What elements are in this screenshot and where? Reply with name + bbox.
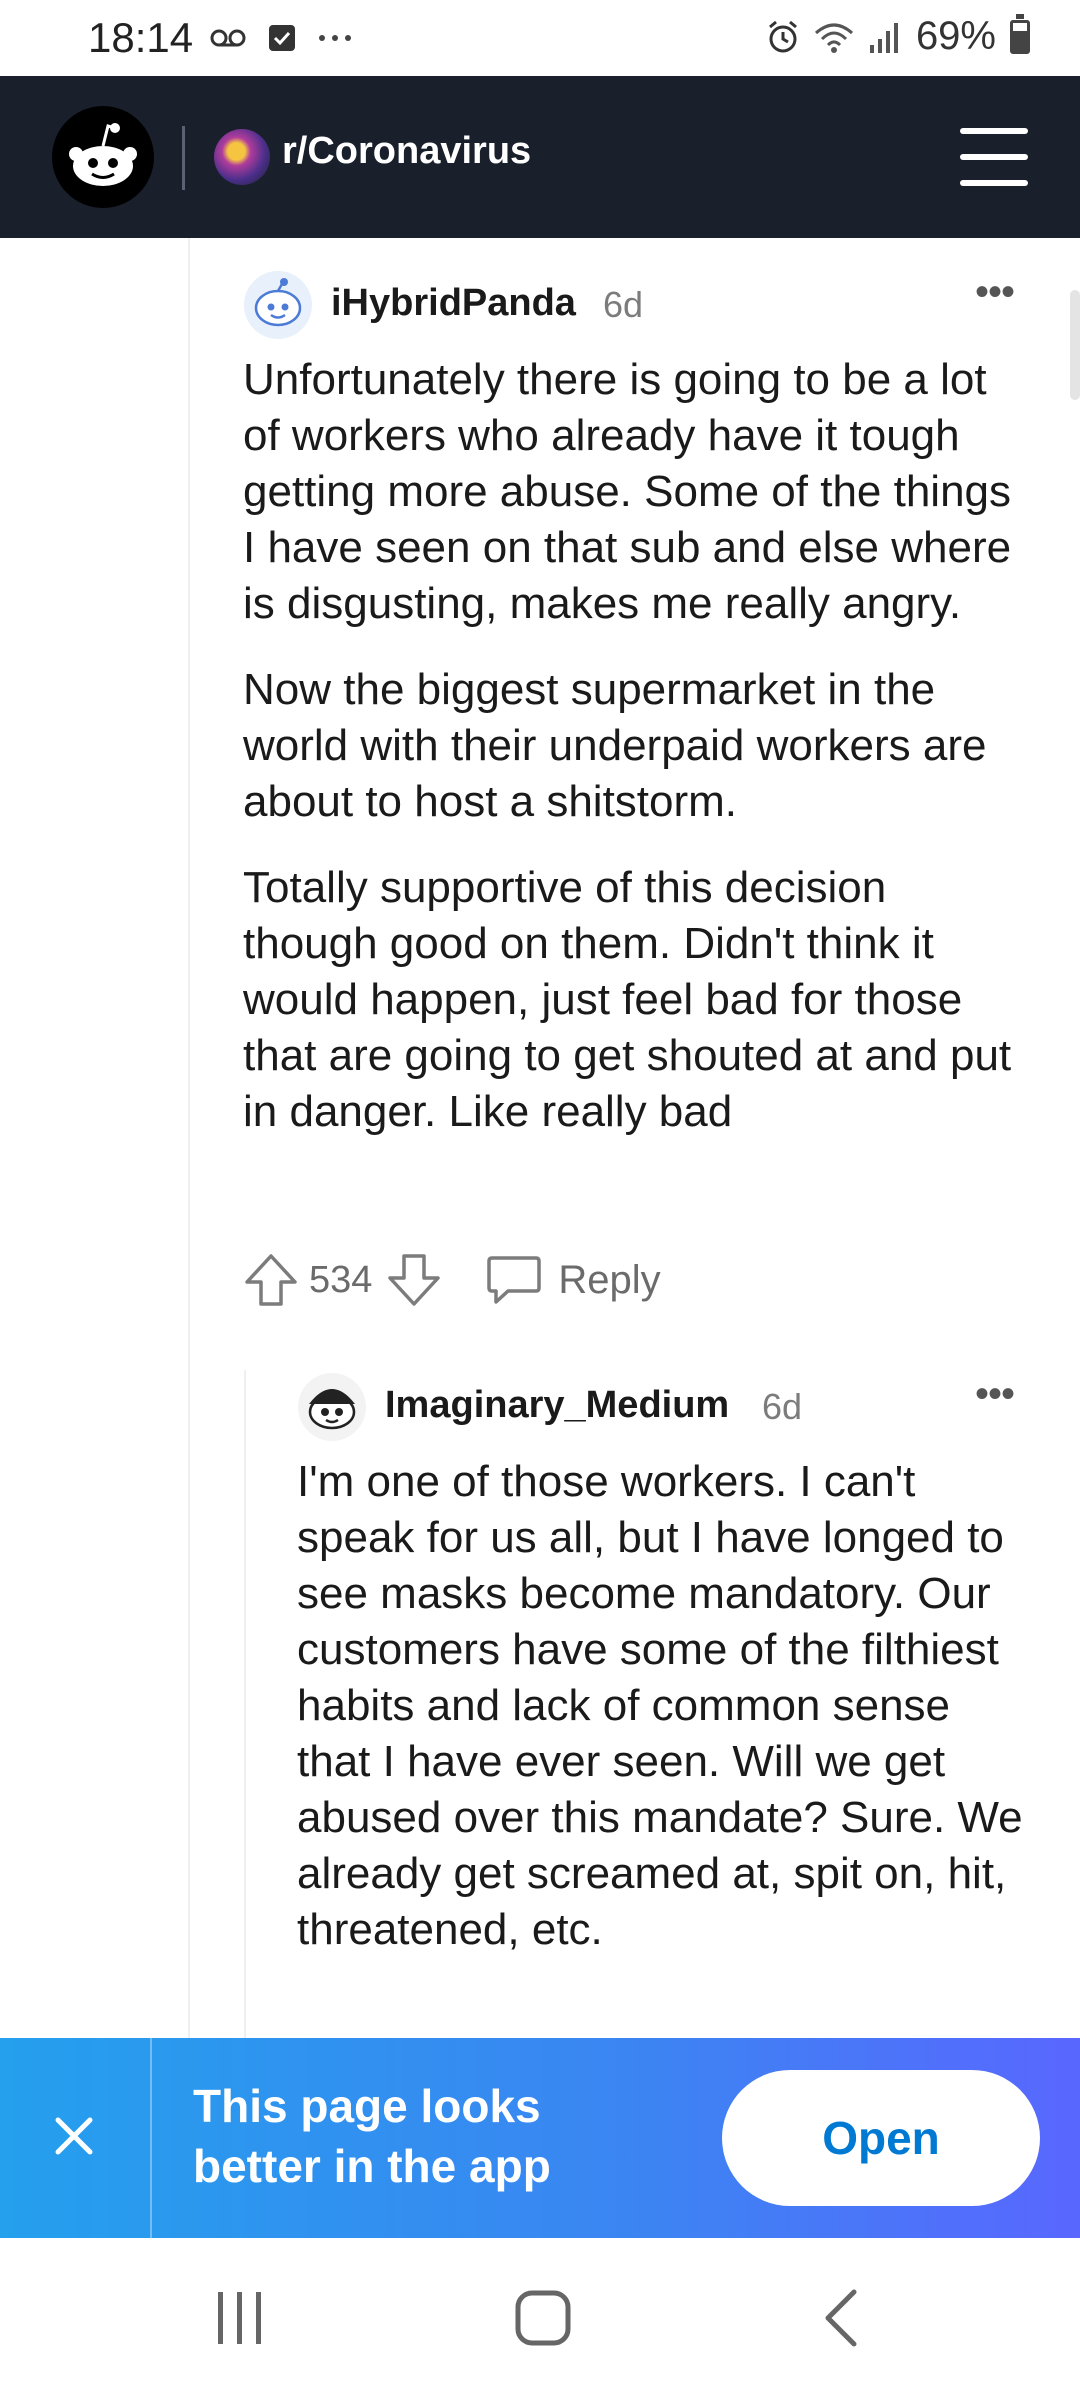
comment-paragraph: Unfortunately there is going to be a lot… <box>243 355 1012 628</box>
hamburger-menu-icon[interactable] <box>960 128 1028 186</box>
comment-age: 6d <box>603 284 644 325</box>
subreddit-icon[interactable] <box>214 129 270 185</box>
scrollbar[interactable] <box>1070 290 1080 400</box>
more-options-icon[interactable]: ••• <box>975 270 1015 315</box>
back-icon[interactable] <box>820 2288 864 2348</box>
comment-header: Imaginary_Medium 6d ••• <box>297 1372 1027 1444</box>
status-bar: 18:14 69% <box>0 0 1080 76</box>
status-time: 18:14 <box>88 14 194 61</box>
signal-icon <box>869 22 898 53</box>
reddit-snoo-icon <box>69 123 137 186</box>
header-divider <box>182 126 185 190</box>
comment-bubble-icon <box>487 1256 542 1304</box>
comment-paragraph: I'm one of those workers. I can't speak … <box>297 1457 1023 1954</box>
app-header: r/Coronavirus <box>0 76 1080 238</box>
comment: iHybridPanda 6d ••• Unfortunately there … <box>243 270 1023 1170</box>
downvote-icon[interactable] <box>386 1252 442 1308</box>
open-app-button[interactable]: Open <box>722 2070 1040 2206</box>
thread-line <box>188 238 190 2038</box>
banner-close-button[interactable] <box>0 2038 152 2238</box>
subreddit-name[interactable]: r/Coronavirus <box>282 130 531 173</box>
banner-text: This page looks better in the app <box>193 2080 551 2192</box>
more-options-icon[interactable]: ••• <box>975 1372 1015 1417</box>
reddit-logo-button[interactable] <box>52 106 154 208</box>
comment-paragraph: Now the biggest supermarket in the world… <box>243 665 987 826</box>
voicemail-icon <box>210 29 246 47</box>
checkbox-icon <box>269 25 295 51</box>
avatar[interactable] <box>297 1372 367 1442</box>
comment-author[interactable]: iHybridPanda <box>331 282 576 325</box>
comment-author[interactable]: Imaginary_Medium <box>385 1384 729 1427</box>
comment-actions: 534 Reply <box>243 1252 661 1308</box>
comment-header: iHybridPanda 6d ••• <box>243 270 1023 342</box>
comment-body: Unfortunately there is going to be a lot… <box>243 352 1023 1140</box>
close-icon <box>55 2117 93 2155</box>
recents-icon[interactable] <box>210 2290 270 2346</box>
alarm-icon <box>768 20 797 52</box>
open-in-app-banner: This page looks better in the app Open <box>0 2038 1080 2238</box>
upvote-icon[interactable] <box>243 1252 299 1308</box>
avatar[interactable] <box>243 270 313 340</box>
vote-count: 534 <box>309 1258 373 1301</box>
home-icon[interactable] <box>513 2288 573 2348</box>
comment-paragraph: Totally supportive of this decision thou… <box>243 863 1012 1136</box>
battery-percent: 69% <box>915 14 996 58</box>
wifi-icon <box>814 23 853 53</box>
system-nav-bar <box>0 2238 1080 2400</box>
reply-label: Reply <box>558 1257 661 1302</box>
more-dots-icon <box>319 35 351 41</box>
reply-button[interactable]: Reply <box>486 1254 661 1306</box>
comment-body: I'm one of those workers. I can't speak … <box>297 1454 1027 1958</box>
comment-age: 6d <box>762 1386 803 1427</box>
comment: Imaginary_Medium 6d ••• I'm one of those… <box>297 1372 1027 1988</box>
thread-line-nested <box>244 1370 246 2070</box>
battery-icon <box>1010 13 1030 54</box>
